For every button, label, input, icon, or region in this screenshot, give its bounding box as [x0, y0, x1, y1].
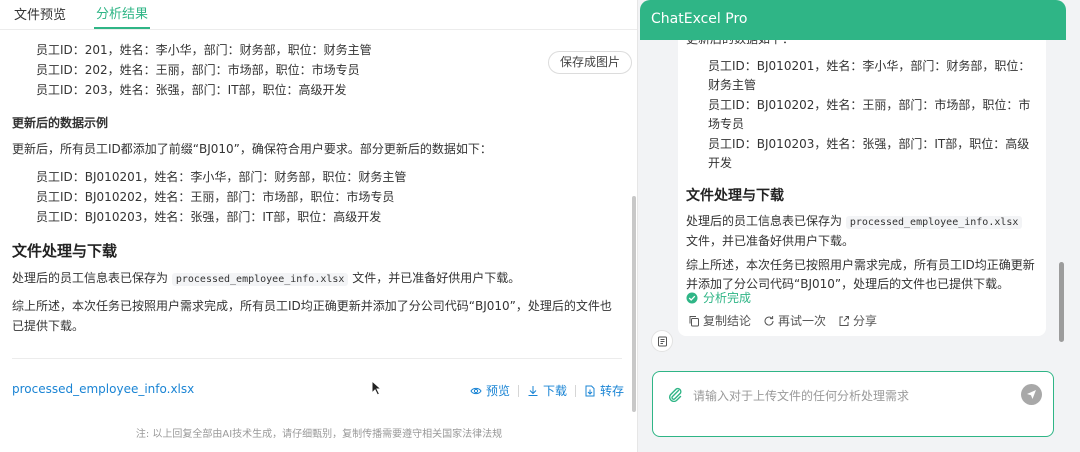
- processing-text-post: 文件，并已准备好供用户下载。: [686, 234, 855, 248]
- message-actions: 复制结论 再试一次 分享: [688, 312, 889, 329]
- list-item: 员工ID：BJ010201，姓名：李小华，部门：财务部，职位：财务主管: [708, 59, 1031, 92]
- send-icon: [1027, 390, 1036, 399]
- updated-data-heading: 更新后的数据示例: [12, 116, 109, 130]
- result-file-link[interactable]: processed_employee_info.xlsx: [12, 382, 194, 396]
- list-item: 员工ID：203，姓名：张强，部门：IT部，职位：高级开发: [36, 83, 347, 97]
- mouse-cursor-icon: [371, 380, 383, 396]
- file-name-code: processed_employee_info.xlsx: [845, 216, 1023, 229]
- list-item: 员工ID：BJ010203，姓名：张强，部门：IT部，职位：高级开发: [36, 210, 382, 224]
- file-name-code: processed_employee_info.xlsx: [171, 273, 349, 286]
- paperclip-icon[interactable]: [667, 386, 683, 402]
- list-item: 员工ID：202，姓名：王丽，部门：市场部，职位：市场专员: [36, 63, 360, 77]
- chat-title: ChatExcel Pro: [651, 11, 748, 27]
- download-icon: [528, 385, 538, 396]
- chat-input-placeholder: 请输入对于上传文件的任何分析处理需求: [693, 389, 910, 403]
- processing-text-post: 文件，并已准备好供用户下载。: [352, 271, 521, 285]
- list-item: 员工ID：BJ010202，姓名：王丽，部门：市场部，职位：市场专员: [36, 190, 395, 204]
- preview-button[interactable]: 预览: [470, 382, 520, 399]
- processing-text-pre: 处理后的员工信息表已保存为: [12, 271, 169, 285]
- list-item: 员工ID：BJ010202，姓名：王丽，部门：市场部，职位：市场专员: [708, 98, 1031, 131]
- chat-scrollbar[interactable]: [1059, 262, 1064, 342]
- transfer-label: 转存: [600, 384, 625, 398]
- chat-header: ChatExcel Pro: [640, 0, 1066, 40]
- preview-label: 预览: [486, 384, 511, 398]
- processing-text: 处理后的员工信息表已保存为 processed_employee_info.xl…: [686, 212, 1038, 251]
- refresh-icon: [764, 315, 774, 326]
- copy-label: 复制结论: [703, 314, 752, 328]
- separator: [518, 384, 520, 397]
- list-item: 员工ID：BJ010203，姓名：张强，部门：IT部，职位：高级开发: [708, 137, 1030, 170]
- status-label: 分析完成: [703, 291, 752, 305]
- tab-file-preview[interactable]: 文件预览: [12, 4, 68, 29]
- updated-intro-text: 更新后，所有员工ID都添加了前缀“BJ010”，确保符合用户要求。部分更新后的数…: [12, 142, 492, 156]
- check-circle-icon: [686, 292, 698, 303]
- share-icon: [839, 315, 850, 326]
- result-panel: 文件预览 分析结果 保存成图片 员工ID：201，姓名：李小华，部门：财务部，职…: [0, 0, 638, 452]
- list-item: 员工ID：BJ010201，姓名：李小华，部门：财务部，职位：财务主管: [36, 170, 407, 184]
- transfer-button[interactable]: 转存: [584, 382, 624, 399]
- summary-text: 综上所述，本次任务已按照用户需求完成，所有员工ID均正确更新并添加了分公司代码“…: [12, 299, 612, 333]
- analysis-content: 员工ID：201，姓名：李小华，部门：财务部，职位：财务主管 员工ID：202，…: [12, 40, 616, 336]
- copy-conclusion-button[interactable]: 复制结论: [688, 312, 751, 329]
- download-button[interactable]: 下载: [527, 382, 577, 399]
- separator: [575, 384, 577, 397]
- list-item: 员工ID：201，姓名：李小华，部门：财务部，职位：财务主管: [36, 43, 372, 57]
- processing-text-pre: 处理后的员工信息表已保存为: [686, 214, 843, 228]
- divider: [12, 358, 622, 359]
- section-heading: 文件处理与下载: [686, 188, 784, 204]
- transfer-icon: [585, 385, 595, 396]
- clipped-text: 更新后的数据如下：: [686, 40, 1038, 49]
- document-button[interactable]: [651, 330, 673, 352]
- analysis-status: 分析完成: [686, 289, 751, 306]
- share-label: 分享: [853, 314, 878, 328]
- send-button[interactable]: [1021, 384, 1042, 405]
- eye-icon: [470, 387, 482, 394]
- message-content: 更新后的数据如下： 员工ID：BJ010201，姓名：李小华，部门：财务部，职位…: [686, 40, 1038, 294]
- retry-button[interactable]: 再试一次: [763, 312, 826, 329]
- section-heading: 文件处理与下载: [12, 242, 118, 260]
- chat-input[interactable]: 请输入对于上传文件的任何分析处理需求: [652, 371, 1054, 437]
- document-icon: [657, 336, 667, 346]
- download-label: 下载: [543, 384, 568, 398]
- left-scrollbar[interactable]: [632, 196, 636, 412]
- tab-analysis-result[interactable]: 分析结果: [94, 3, 151, 29]
- file-actions: 预览 下载 转存: [470, 382, 632, 399]
- ai-disclaimer: 注: 以上回复全部由AI技术生成，请仔细甄别，复制传播需要遵守相关国家法律法规: [135, 429, 503, 440]
- share-button[interactable]: 分享: [838, 312, 877, 329]
- app-root: 文件预览 分析结果 保存成图片 员工ID：201，姓名：李小华，部门：财务部，职…: [0, 0, 1080, 452]
- retry-label: 再试一次: [778, 314, 827, 328]
- processing-text: 处理后的员工信息表已保存为 processed_employee_info.xl…: [12, 268, 616, 290]
- copy-icon: [689, 315, 699, 326]
- tab-bar: 文件预览 分析结果: [0, 0, 637, 30]
